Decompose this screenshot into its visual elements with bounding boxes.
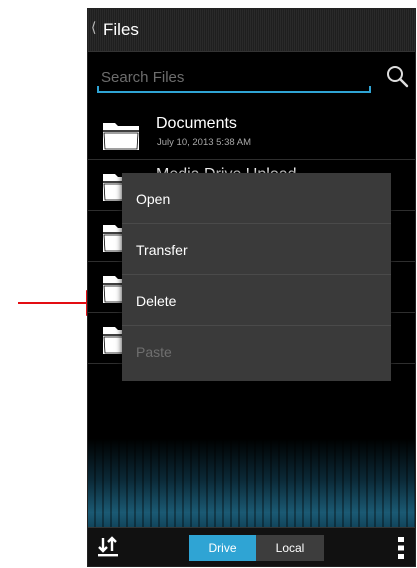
file-date: July 10, 2013 5:38 AM (157, 137, 252, 148)
context-menu: Open Transfer Delete Paste (122, 173, 391, 381)
phone-screen: ⟨ Files Documents July 10, 2013 5:38 (87, 8, 416, 567)
overflow-menu-icon[interactable] (398, 537, 404, 559)
menu-item-paste: Paste (122, 326, 391, 377)
page-title[interactable]: Files (103, 20, 139, 40)
storage-toggle: Drive Local (189, 535, 324, 561)
sort-arrows-icon[interactable] (97, 536, 119, 558)
menu-item-label: Transfer (136, 242, 188, 258)
tab-local[interactable]: Local (256, 535, 324, 561)
menu-item-label: Open (136, 191, 171, 207)
menu-item-open[interactable]: Open (122, 173, 391, 224)
background-glow (88, 439, 415, 531)
title-bar: ⟨ Files (88, 9, 415, 52)
search-icon[interactable] (385, 64, 409, 88)
file-name: Documents (156, 115, 237, 132)
search-underline (97, 91, 371, 93)
file-row-documents[interactable]: Documents July 10, 2013 5:38 AM (88, 109, 415, 160)
menu-item-transfer[interactable]: Transfer (122, 224, 391, 275)
page: ⟨ Files Documents July 10, 2013 5:38 (0, 0, 417, 568)
bottom-bar: Drive Local (88, 527, 415, 566)
annotation-arrow-shaft (18, 302, 88, 304)
menu-item-delete[interactable]: Delete (122, 275, 391, 326)
tab-drive[interactable]: Drive (189, 535, 256, 561)
menu-item-label: Paste (136, 344, 172, 360)
search-input[interactable] (97, 65, 371, 89)
folder-icon (103, 123, 139, 150)
chevron-left-icon[interactable]: ⟨ (91, 19, 96, 36)
search-box (97, 65, 371, 93)
menu-item-label: Delete (136, 293, 177, 309)
